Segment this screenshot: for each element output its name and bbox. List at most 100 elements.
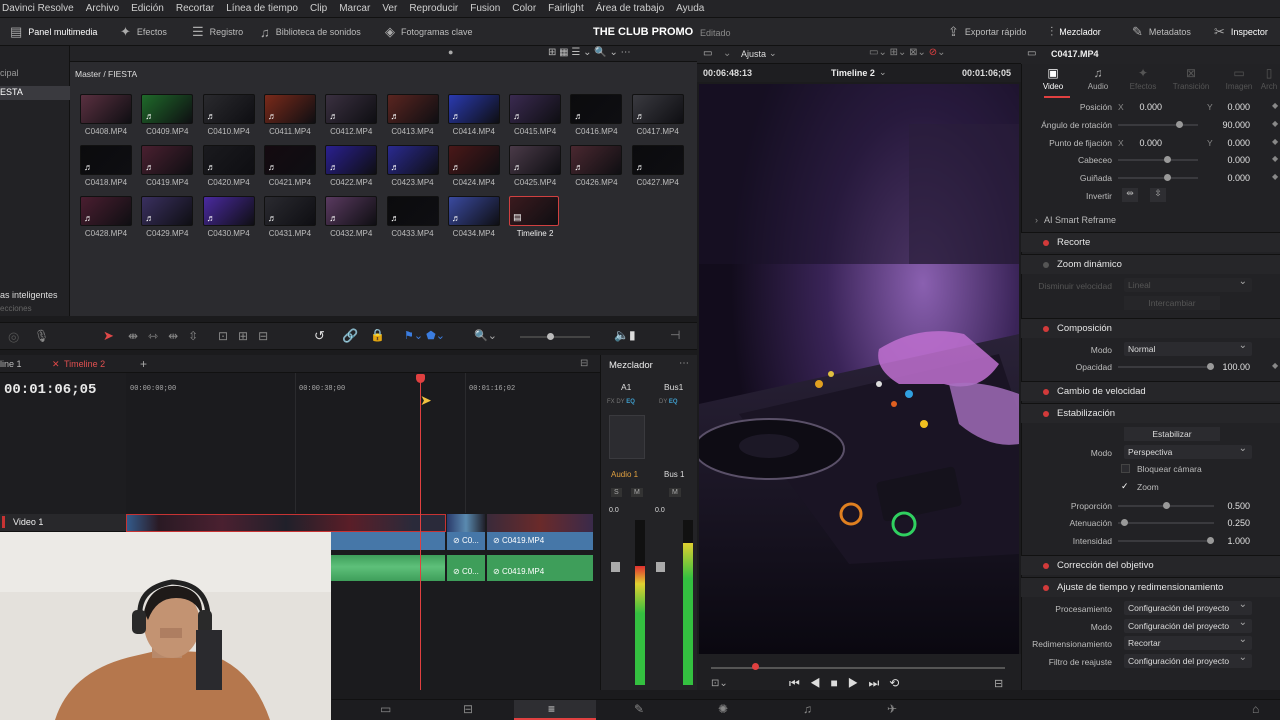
menu-item[interactable]: Marcar	[339, 3, 370, 14]
audio-meter-icon[interactable]: 🔈▮	[614, 328, 636, 342]
tab-close-icon[interactable]: ✕	[52, 359, 60, 370]
flip-vertical-icon[interactable]: ⇳	[1150, 188, 1166, 202]
inspector-layout-icon[interactable]: ▭	[1027, 48, 1036, 59]
strength-value[interactable]: 1.000	[1200, 536, 1250, 546]
zoom-icon[interactable]: 🔍⌄	[474, 329, 497, 342]
link-icon[interactable]: 🔗	[342, 328, 358, 344]
snap-icon[interactable]: ↺	[314, 328, 325, 344]
menu-item[interactable]: Fairlight	[548, 3, 584, 14]
lock-camera-checkbox[interactable]	[1121, 464, 1130, 473]
fader-bus1[interactable]	[656, 562, 665, 572]
smooth-value[interactable]: 0.250	[1200, 518, 1250, 528]
insert-tools-icons[interactable]: ⊡⊞⊟	[218, 329, 278, 343]
thumb-size-knob[interactable]: ●	[448, 47, 453, 57]
menu-item[interactable]: Archivo	[86, 3, 119, 14]
rotation-value[interactable]: 90.000	[1200, 120, 1250, 130]
mixer-fx-labels[interactable]: FX DY EQ	[607, 399, 635, 405]
bin-master[interactable]: cipal	[0, 68, 19, 78]
menu-item[interactable]: Ver	[382, 3, 397, 14]
fullscreen-icon[interactable]: ⊟	[994, 677, 1003, 690]
color-page-icon[interactable]: ✺	[718, 702, 728, 716]
viewer-timeline-name[interactable]: Timeline 2	[831, 68, 875, 78]
cut-page-icon[interactable]: ⊟	[463, 702, 473, 716]
fairlight-page-icon[interactable]: ♫	[803, 702, 812, 716]
scaling-dropdown[interactable]: Recortar	[1124, 634, 1252, 650]
edit-tools-icons[interactable]: ⇼⇿⇹⇳	[128, 329, 208, 343]
bin-fiesta[interactable]: ESTA	[0, 86, 70, 100]
playhead-handle[interactable]	[416, 374, 425, 383]
motion-mode-dropdown[interactable]: Configuración del proyecto	[1124, 617, 1252, 633]
viewer-zoom-dropdown[interactable]: Ajusta	[741, 49, 766, 59]
keyframe-icon[interactable]: ◆	[1272, 119, 1278, 128]
log-button[interactable]: ☰ Registro	[192, 18, 243, 46]
lock-icon[interactable]: 🔒	[370, 328, 385, 342]
opacity-value[interactable]: 100.00	[1200, 362, 1250, 372]
enable-dot[interactable]	[1043, 584, 1049, 591]
fullscreen-icon[interactable]: ⊣	[670, 328, 680, 342]
enable-dot[interactable]	[1043, 410, 1049, 417]
enable-dot[interactable]	[1043, 325, 1049, 332]
menu-item[interactable]: Davinci Resolve	[2, 3, 74, 14]
swap-button[interactable]: Intercambiar	[1124, 296, 1220, 310]
add-tab-icon[interactable]: +	[140, 357, 147, 371]
loop-region-icon[interactable]: ⊡⌄	[711, 678, 728, 689]
sound-library-button[interactable]: ♫ Biblioteca de sonidos	[260, 18, 361, 46]
viewer-tools-icons[interactable]: ▭⌄ ⊞⌄ ⊠⌄ ⊘⌄	[869, 47, 945, 58]
video-clip-label[interactable]: ⊘ C0419.MP4	[487, 532, 593, 550]
layout-icon[interactable]: ◎	[8, 329, 19, 345]
track-header[interactable]: Video 1	[0, 514, 126, 532]
resize-filter-dropdown[interactable]: Configuración del proyecto	[1124, 652, 1252, 668]
video-clip-label[interactable]: ⊘ C0...	[447, 532, 485, 550]
retime-scaling-section[interactable]: Ajuste de tiempo y redimensionamiento	[1021, 577, 1280, 597]
keyframe-icon[interactable]: ◆	[1272, 361, 1278, 370]
fusion-page-icon[interactable]: ✎	[634, 702, 644, 716]
mixer-bus-labels[interactable]: DY EQ	[659, 399, 678, 405]
mute-button[interactable]: M	[631, 488, 643, 497]
audio-clip-label[interactable]: ⊘ C0419.MP4	[487, 555, 593, 581]
speed-change-section[interactable]: Cambio de velocidad	[1021, 381, 1280, 401]
video-clip[interactable]	[331, 532, 445, 550]
home-icon[interactable]: ⌂	[1252, 702, 1259, 716]
scrubber[interactable]	[711, 663, 1005, 670]
bus-mute-button[interactable]: M	[669, 488, 681, 497]
stabilization-mode-dropdown[interactable]: Perspectiva	[1124, 443, 1252, 459]
tab-transition[interactable]: ⊠ Transición	[1170, 66, 1212, 91]
position-y-value[interactable]: 0.000	[1200, 102, 1250, 112]
menu-item[interactable]: Línea de tiempo	[226, 3, 298, 14]
flag-icon[interactable]: ⚑⌄ ⬟⌄	[404, 329, 445, 342]
deliver-page-icon[interactable]: ✈	[887, 702, 897, 716]
enable-dot[interactable]	[1043, 562, 1049, 569]
zoom-ease-dropdown[interactable]: Lineal	[1124, 276, 1252, 292]
retime-process-dropdown[interactable]: Configuración del proyecto	[1124, 599, 1252, 615]
menu-item[interactable]: Fusion	[470, 3, 500, 14]
zoom-slider[interactable]	[520, 333, 590, 340]
metadata-button[interactable]: ✎ Metadatos	[1132, 18, 1191, 46]
menu-item[interactable]: Recortar	[176, 3, 214, 14]
lens-correction-section[interactable]: Corrección del objetivo	[1021, 555, 1280, 575]
zoom-checkbox[interactable]: ✓	[1121, 482, 1130, 491]
flip-horizontal-icon[interactable]: ⇹	[1122, 188, 1138, 202]
fader-audio1[interactable]	[611, 562, 620, 572]
tab-effects[interactable]: ✦ Efectos	[1122, 66, 1164, 91]
tab-image[interactable]: ▭ Imagen	[1218, 66, 1260, 91]
composite-mode-dropdown[interactable]: Normal	[1124, 340, 1252, 356]
menu-item[interactable]: Reproducir	[409, 3, 458, 14]
quick-export-button[interactable]: ⇪ Exportar rápido	[948, 18, 1026, 46]
edit-page-icon[interactable]: ≡	[548, 702, 555, 716]
viewer-split-icon[interactable]: ⌄	[723, 48, 731, 59]
mixer-button[interactable]: ⫶ Mezclador	[1050, 18, 1101, 46]
composite-section[interactable]: Composición	[1021, 318, 1280, 338]
menu-item[interactable]: Área de trabajo	[596, 3, 664, 14]
effects-button[interactable]: ✦ Efectos	[120, 18, 167, 46]
video-clip-main[interactable]	[126, 514, 446, 532]
stabilize-button[interactable]: Estabilizar	[1124, 427, 1220, 441]
ratio-value[interactable]: 0.500	[1200, 501, 1250, 511]
menu-item[interactable]: Ayuda	[676, 3, 704, 14]
mic-icon[interactable]: 🎙	[34, 329, 49, 343]
timeline-options-icon[interactable]: ⊟	[580, 358, 588, 369]
menu-item[interactable]: Color	[512, 3, 536, 14]
stabilization-section[interactable]: Estabilización	[1021, 403, 1280, 423]
audio-clip-label[interactable]: ⊘ C0...	[447, 555, 485, 581]
pan-control[interactable]	[609, 415, 645, 459]
playhead[interactable]	[420, 376, 421, 690]
